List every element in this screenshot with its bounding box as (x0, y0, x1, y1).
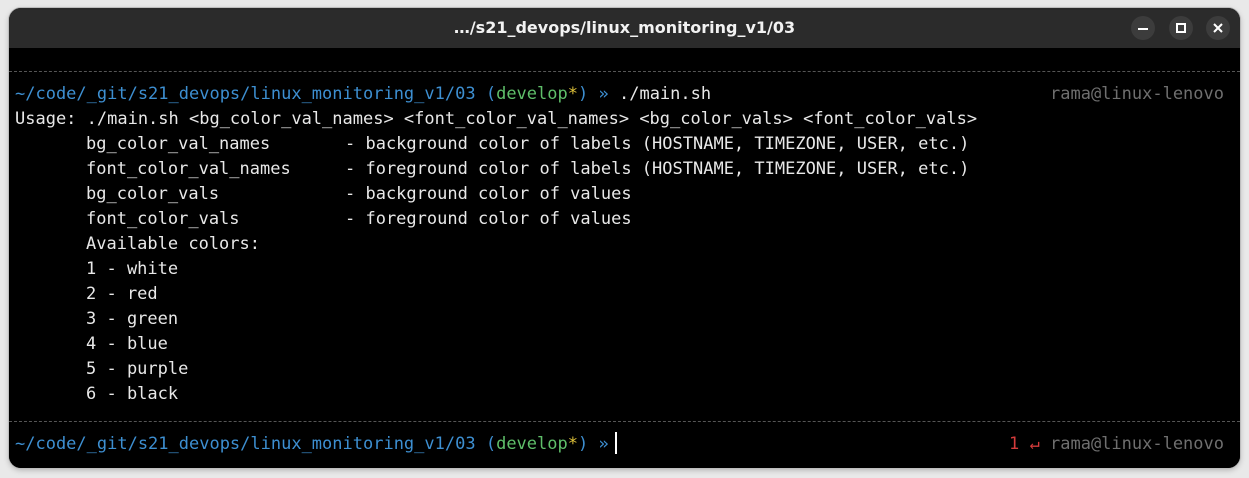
window-title: …/s21_devops/linux_monitoring_v1/03 (453, 18, 796, 37)
text-cursor[interactable] (614, 432, 617, 454)
prompt-chevron: » (598, 84, 609, 104)
param-name: font_color_val_names (86, 159, 291, 179)
color-option: 2 - red (86, 284, 158, 304)
prompt-host: rama@linux-lenovo (1050, 434, 1224, 454)
prompt-status: 1 ↵ rama@linux-lenovo (1009, 432, 1224, 457)
color-option: 4 - blue (86, 334, 168, 354)
param-name: font_color_vals (86, 209, 240, 229)
minimize-icon (1138, 28, 1148, 30)
maximize-icon (1176, 23, 1186, 33)
usage-line: Usage: ./main.sh <bg_color_val_names> <f… (15, 109, 978, 129)
minimize-button[interactable] (1131, 16, 1155, 40)
command-text: ./main.sh (618, 84, 712, 104)
prompt-host: rama@linux-lenovo (1050, 84, 1224, 104)
prompt-path: ~/code/_git/s21_devops/linux_monitoring_… (15, 434, 476, 454)
terminal-window: …/s21_devops/linux_monitoring_v1/03 ~/co… (9, 8, 1240, 468)
available-colors-heading: Available colors: (86, 234, 260, 254)
exit-code: 1 (1009, 434, 1020, 454)
git-branch: develop (496, 84, 568, 104)
title-bar[interactable]: …/s21_devops/linux_monitoring_v1/03 (9, 8, 1240, 48)
close-button[interactable] (1206, 16, 1230, 40)
color-option: 5 - purple (86, 359, 189, 379)
maximize-button[interactable] (1169, 16, 1193, 40)
param-desc: - background color of labels (HOSTNAME, … (345, 134, 970, 154)
git-branch: develop (496, 434, 568, 454)
param-desc: - foreground color of values (345, 209, 632, 229)
prompt-path: ~/code/_git/s21_devops/linux_monitoring_… (15, 84, 476, 104)
param-name: bg_color_vals (86, 184, 220, 204)
prompt-separator (9, 421, 1240, 422)
git-dirty-marker: * (567, 434, 578, 454)
prompt-separator (9, 71, 1240, 72)
terminal-content[interactable]: ~/code/_git/s21_devops/linux_monitoring_… (9, 48, 1240, 468)
param-name: bg_color_val_names (86, 134, 271, 154)
param-desc: - foreground color of labels (HOSTNAME, … (345, 159, 970, 179)
prompt-line: ~/code/_git/s21_devops/linux_monitoring_… (15, 84, 712, 104)
prompt-chevron: » (598, 434, 609, 454)
color-option: 1 - white (86, 259, 179, 279)
color-option: 6 - black (86, 384, 179, 404)
color-option: 3 - green (86, 309, 179, 329)
param-desc: - background color of values (345, 184, 632, 204)
return-icon: ↵ (1029, 434, 1040, 454)
close-icon (1213, 23, 1223, 33)
git-dirty-marker: * (567, 84, 578, 104)
prompt-line[interactable]: ~/code/_git/s21_devops/linux_monitoring_… (15, 432, 617, 457)
